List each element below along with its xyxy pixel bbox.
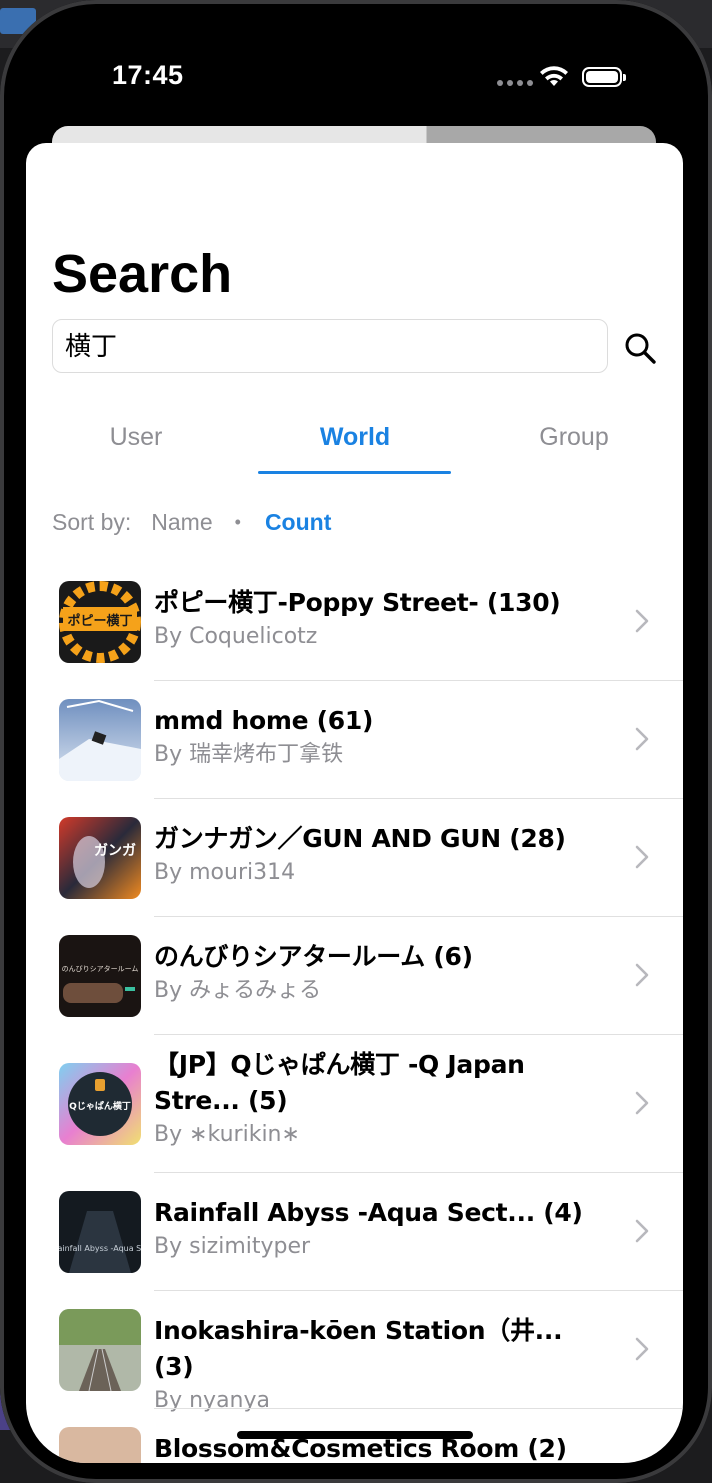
tab-world[interactable]: World [255,423,455,452]
list-item[interactable]: ガンガ ガンナガン／GUN AND GUN (28) By mouri314 [26,799,683,917]
svg-text:Rainfall Abyss -Aqua Sector: Rainfall Abyss -Aqua Sector [59,1244,141,1253]
chevron-right-icon [635,1219,649,1243]
list-item[interactable]: ポピー横丁 ポピー横丁-Poppy Street- (130) By Coque… [26,563,683,681]
tab-group[interactable]: Group [474,423,674,452]
world-name: のんびりシアタールーム (6) [154,942,473,971]
chevron-right-icon [635,1091,649,1115]
world-thumbnail [59,1309,141,1391]
page-title: Search [52,244,233,304]
world-author: By Coquelicotz [154,624,318,649]
search-tabs: User World Group [26,413,683,475]
list-item[interactable]: Qじゃぱん横丁 【JP】Qじゃぱん横丁 -Q Japan Stre... (5)… [26,1035,683,1173]
world-author: By mouri314 [154,860,296,885]
world-thumbnail: ガンガ [59,817,141,899]
wifi-icon [540,66,568,86]
status-time: 17:45 [112,60,184,90]
world-thumbnail: Qじゃぱん横丁 [59,1063,141,1145]
sort-option-name[interactable]: Name [151,509,212,536]
svg-text:のんびりシアタールーム: のんびりシアタールーム [62,964,139,973]
world-thumbnail: のんびりシアタールーム [59,935,141,1017]
phone-frame: 17:45 Search 横丁 User World Group Sort by… [0,0,712,1483]
world-author: By sizimityper [154,1234,311,1259]
chevron-right-icon [635,609,649,633]
chevron-right-icon [635,1337,649,1361]
svg-text:ガンガ: ガンガ [94,843,136,859]
chevron-right-icon [635,727,649,751]
world-thumbnail [59,699,141,781]
sort-separator: • [234,512,241,532]
world-thumbnail: ポピー横丁 [59,581,141,663]
world-name: 【JP】Qじゃぱん横丁 -Q Japan Stre... (5) [154,1050,525,1115]
sort-label: Sort by: [52,509,132,535]
world-name: ガンナガン／GUN AND GUN (28) [154,824,566,853]
signal-icon [497,80,533,86]
list-item[interactable]: のんびりシアタールーム のんびりシアタールーム (6) By みょるみょる [26,917,683,1035]
search-icon[interactable] [622,330,658,366]
world-author: By みょるみょる [154,978,322,1003]
search-input[interactable]: 横丁 [52,319,608,373]
svg-text:ポピー横丁: ポピー横丁 [67,613,132,629]
results-list: ポピー横丁 ポピー横丁-Poppy Street- (130) By Coque… [26,563,683,1463]
battery-icon [582,67,626,87]
world-name: Inokashira-kōen Station（井... (3) [154,1316,563,1381]
world-thumbnail [59,1427,141,1463]
home-indicator[interactable] [237,1431,473,1439]
tab-user[interactable]: User [36,423,236,452]
world-name: Rainfall Abyss -Aqua Sect... (4) [154,1198,583,1227]
list-item[interactable]: mmd home (61) By 瑞幸烤布丁拿铁 [26,681,683,799]
world-name: mmd home (61) [154,706,374,735]
chevron-right-icon [635,963,649,987]
chevron-right-icon [635,845,649,869]
world-author: By ∗kurikin∗ [154,1122,300,1147]
world-name: ポピー横丁-Poppy Street- (130) [154,588,561,617]
list-item[interactable]: Inokashira-kōen Station（井... (3) By nyan… [26,1291,683,1413]
sort-option-count[interactable]: Count [265,509,331,536]
world-author: By 瑞幸烤布丁拿铁 [154,742,344,767]
tab-underline [258,471,451,474]
list-item[interactable]: Rainfall Abyss -Aqua Sector Rainfall Aby… [26,1173,683,1291]
svg-text:Qじゃぱん横丁: Qじゃぱん横丁 [69,1100,131,1112]
search-sheet: Search 横丁 User World Group Sort by: Name… [26,143,683,1463]
sort-control: Sort by: Name • Count [52,509,331,536]
world-thumbnail: Rainfall Abyss -Aqua Sector [59,1191,141,1273]
